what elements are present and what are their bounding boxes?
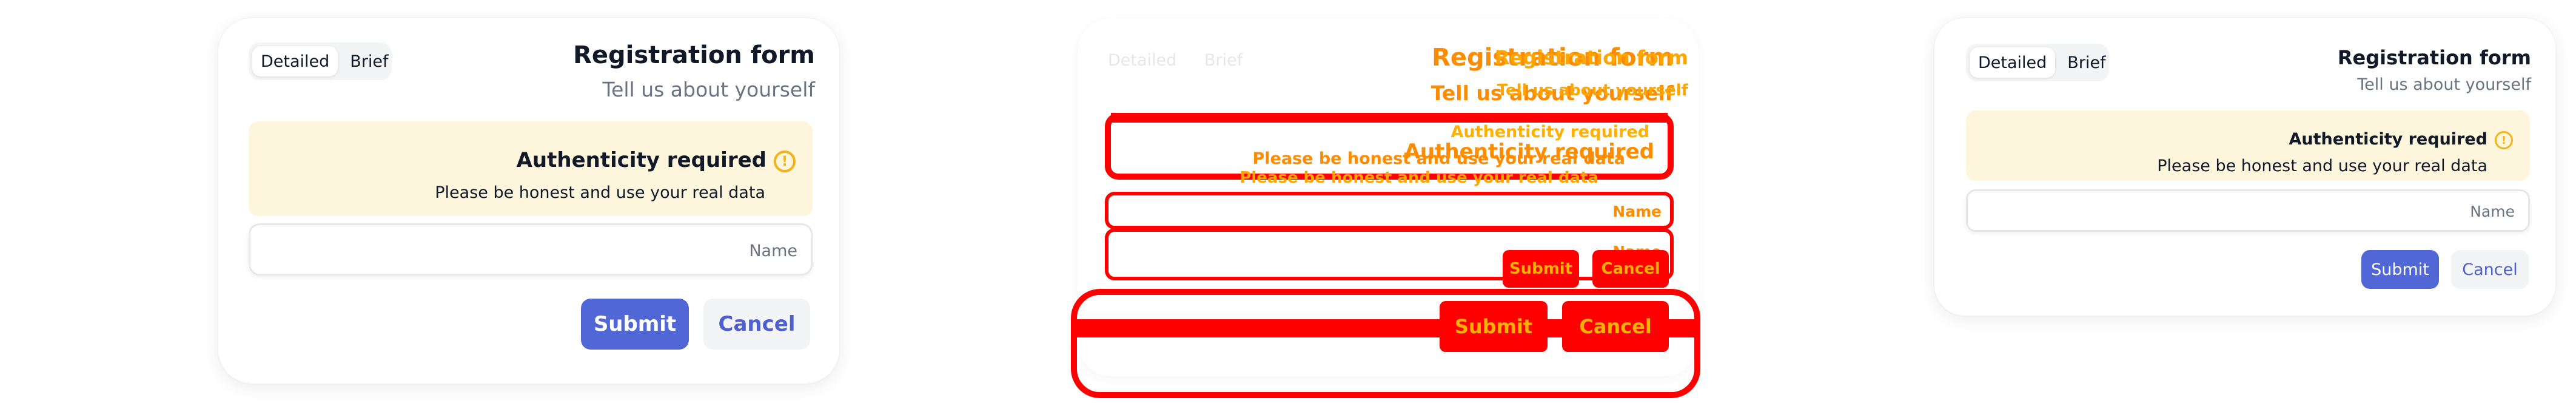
notice-title: Authenticity required (2289, 130, 2488, 149)
debug-outline-field (1105, 228, 1674, 280)
form-subtitle: Tell us about yourself (602, 78, 815, 101)
name-input[interactable]: Name (249, 223, 813, 276)
overlay-subtitle: Tell us about yourself (1497, 81, 1688, 100)
ghost-mode-detailed: Detailed (1108, 51, 1177, 70)
mode-detailed-button[interactable]: Detailed (1970, 47, 2056, 78)
mode-brief-button[interactable]: Brief (341, 46, 397, 76)
registration-form-transition: Detailed Brief Registration form Registr… (849, 0, 1746, 403)
overlay-submit-small: Submit (1503, 250, 1579, 288)
overlay-notice-text: Please be honest and use your real data (1252, 149, 1625, 168)
form-title: Registration form (2337, 46, 2531, 69)
overlay-notice-text: Please be honest and use your real data (1239, 169, 1598, 187)
view-mode-toggle: Detailed Brief (249, 42, 392, 80)
mode-brief-button[interactable]: Brief (2059, 47, 2114, 78)
form-subtitle: Tell us about yourself (2357, 75, 2531, 94)
submit-button[interactable]: Submit (581, 299, 689, 350)
overlay-notice-title: Authenticity required (1451, 123, 1650, 141)
view-mode-toggle: Detailed Brief (1966, 44, 2109, 81)
debug-bar (1111, 113, 1668, 123)
cancel-button[interactable]: Cancel (2451, 250, 2529, 289)
overlay-cancel-large: Cancel (1562, 301, 1669, 352)
authenticity-notice: Authenticity required ! Please be honest… (249, 121, 813, 216)
cancel-button[interactable]: Cancel (703, 299, 810, 350)
registration-form-detailed: Detailed Brief Registration form Tell us… (218, 18, 839, 384)
mode-detailed-button[interactable]: Detailed (252, 46, 338, 76)
authenticity-notice: Authenticity required ! Please be honest… (1966, 110, 2530, 181)
overlay-submit-large: Submit (1440, 301, 1548, 352)
notice-title: Authenticity required (516, 148, 766, 172)
overlay-title: Registration form (1494, 46, 1688, 69)
notice-text: Please be honest and use your real data (2157, 157, 2487, 175)
overlay-name: Name (1612, 203, 1662, 220)
notice-text: Please be honest and use your real data (435, 183, 765, 202)
ghost-mode-brief: Brief (1204, 51, 1243, 70)
submit-button[interactable]: Submit (2361, 250, 2439, 289)
warning-icon: ! (2495, 131, 2513, 149)
name-placeholder: Name (749, 242, 797, 260)
name-placeholder: Name (2470, 203, 2515, 220)
registration-form-brief: Detailed Brief Registration form Tell us… (1934, 18, 2555, 316)
form-title: Registration form (573, 41, 815, 69)
name-input[interactable]: Name (1966, 189, 2530, 232)
warning-icon: ! (774, 151, 796, 172)
overlay-cancel-small: Cancel (1592, 250, 1669, 288)
debug-outline-field (1105, 192, 1674, 229)
